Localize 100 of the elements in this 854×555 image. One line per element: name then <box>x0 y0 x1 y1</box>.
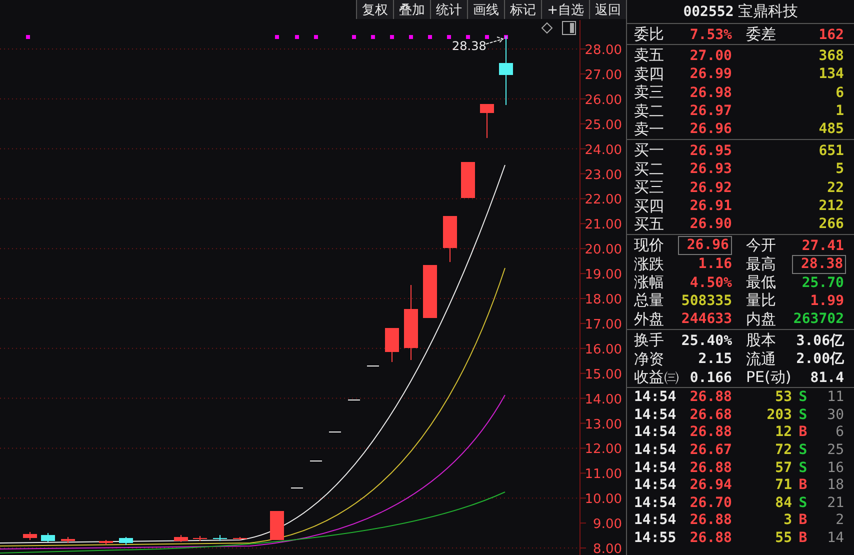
stat-value: 81.4 <box>810 370 844 386</box>
stat-label: 委比 <box>634 25 665 44</box>
order-price: 26.96 <box>690 121 732 138</box>
trade-price: 26.88 <box>690 424 732 440</box>
toolbar-button[interactable]: +自选 <box>541 0 589 19</box>
candlestick <box>480 104 494 138</box>
stat-value: 1.99 <box>810 292 844 309</box>
order-level-label: 卖五 <box>634 46 665 66</box>
axis-label: 14.00 <box>584 392 622 408</box>
trade-side: B <box>798 477 808 494</box>
order-level-label: 买四 <box>634 196 665 216</box>
order-volume: 1 <box>836 103 844 120</box>
candlestick <box>310 460 322 462</box>
trade-side: B <box>798 530 808 546</box>
candlestick <box>61 536 75 544</box>
stat-label: 量比 <box>746 291 777 310</box>
candlestick <box>41 532 55 542</box>
trade-volume: 53 <box>775 389 792 406</box>
trade-side: B <box>798 512 808 528</box>
stat-value: 25.70 <box>802 274 844 291</box>
axis-label: 10.00 <box>584 492 622 508</box>
toolbar-button[interactable]: 统计 <box>430 0 468 19</box>
trade-price: 26.70 <box>690 494 732 511</box>
order-level-label: 买五 <box>634 214 665 234</box>
order-volume: 134 <box>818 66 844 82</box>
order-volume: 22 <box>827 180 844 196</box>
axis-label: 24.00 <box>584 142 622 158</box>
order-level-label: 卖一 <box>634 120 665 139</box>
stat-value: 25.40% <box>681 332 732 349</box>
toolbar-button[interactable]: 复权 <box>356 0 394 19</box>
trade-volume: 84 <box>775 494 792 511</box>
stat-value: 508335 <box>681 292 732 309</box>
order-price: 26.98 <box>690 84 732 101</box>
axis-label: 16.00 <box>584 342 622 358</box>
panel-toggle-icon[interactable] <box>562 21 576 35</box>
trade-volume: 72 <box>775 442 792 458</box>
toolbar-button[interactable]: 叠加 <box>393 0 430 19</box>
axis-label: 23.00 <box>584 168 622 183</box>
toolbar-button[interactable]: 标记 <box>504 0 542 19</box>
candlestick <box>461 162 475 198</box>
order-price: 26.99 <box>690 66 732 82</box>
diamond-icon[interactable] <box>541 22 553 34</box>
order-volume: 266 <box>818 216 844 232</box>
stat-label: 现价 <box>634 236 665 256</box>
candlestick <box>213 534 227 542</box>
stat-label: 内盘 <box>746 310 777 329</box>
stat-label: 最低 <box>746 273 777 292</box>
order-level-label: 买三 <box>634 178 665 198</box>
trade-price: 26.94 <box>690 477 732 494</box>
stock-name: 宝鼎科技 <box>738 2 798 21</box>
order-volume: 485 <box>818 121 844 138</box>
stat-value: 27.41 <box>802 238 844 254</box>
stat-label: 涨跌 <box>634 254 665 274</box>
stat-value: 2.00亿 <box>796 350 844 368</box>
trade-side: S <box>798 442 808 458</box>
trade-count: 18 <box>827 477 844 494</box>
trade-time: 14:54 <box>634 512 676 528</box>
axis-label: 15.00 <box>584 367 622 382</box>
axis-label: 21.00 <box>584 218 622 233</box>
stat-label: PE(动) <box>746 368 792 388</box>
trade-count: 30 <box>827 406 844 423</box>
axis-label: 8.00 <box>593 542 622 555</box>
order-price: 27.00 <box>690 48 732 64</box>
trade-side: S <box>798 406 808 423</box>
trade-volume: 55 <box>775 530 792 546</box>
stat-value: 7.53% <box>690 26 732 42</box>
trade-price: 26.88 <box>690 460 732 476</box>
toolbar-button[interactable]: 画线 <box>467 0 504 19</box>
stat-label: 收益㈢ <box>634 368 676 388</box>
order-volume: 651 <box>818 142 844 159</box>
stat-value: 26.96 <box>678 236 732 256</box>
stat-value: 3.06亿 <box>796 332 844 350</box>
order-volume: 5 <box>836 161 844 178</box>
trade-time: 14:54 <box>634 406 676 423</box>
order-price: 26.97 <box>690 103 732 120</box>
order-price: 26.91 <box>690 198 732 214</box>
stat-label: 净资 <box>634 350 665 369</box>
candlestick <box>174 534 188 542</box>
order-price: 26.95 <box>690 142 732 159</box>
trade-time: 14:54 <box>634 460 676 476</box>
order-price: 26.92 <box>690 180 732 196</box>
stat-label: 流通 <box>746 350 777 369</box>
trade-time: 14:54 <box>634 389 676 406</box>
trade-side: S <box>798 460 808 476</box>
axis-label: 12.00 <box>584 442 622 458</box>
stat-value: 2.15 <box>698 351 732 368</box>
stat-label: 最高 <box>746 254 777 274</box>
candlestick <box>119 536 133 546</box>
toolbar-button[interactable]: 返回 <box>589 0 626 19</box>
stat-label: 涨幅 <box>634 273 665 292</box>
candlestick <box>385 328 399 362</box>
trade-count: 2 <box>836 512 844 528</box>
candlestick <box>99 540 113 546</box>
axis-label: 20.00 <box>584 242 622 258</box>
order-volume: 212 <box>818 198 844 214</box>
axis-label: 13.00 <box>584 417 622 432</box>
stat-value: 4.50% <box>690 274 732 291</box>
trade-count: 6 <box>836 424 844 440</box>
axis-label: 22.00 <box>584 192 622 208</box>
trade-volume: 12 <box>775 424 792 440</box>
